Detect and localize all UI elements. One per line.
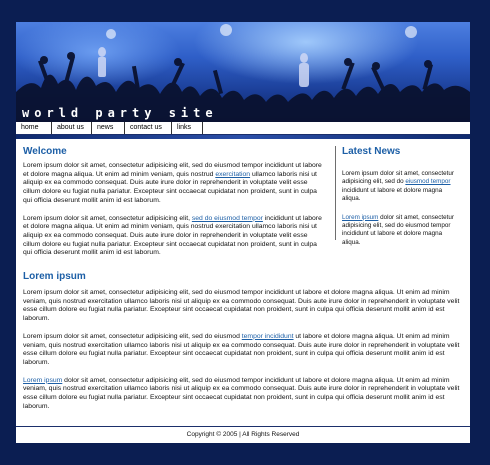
sed-do-eiusmod-link[interactable]: sed do eiusmod tempor xyxy=(192,215,263,222)
lorem-paragraph-1: Lorem ipsum dolor sit amet, consectetur … xyxy=(23,289,463,324)
welcome-paragraph-2: Lorem ipsum dolor sit amet, consectetur … xyxy=(23,215,325,259)
lorem-ipsum-link[interactable]: Lorem ipsum xyxy=(23,377,62,384)
header-banner: world party site xyxy=(16,22,470,122)
text-span: dolor sit amet, consectetur adipisicing … xyxy=(23,376,460,410)
lorem-ipsum-news-link[interactable]: Lorem ipsum xyxy=(342,214,378,221)
nav-contact-us[interactable]: contact us xyxy=(125,122,172,134)
lorem-ipsum-section: Lorem ipsum Lorem ipsum dolor sit amet, … xyxy=(23,271,463,411)
lorem-ipsum-heading: Lorem ipsum xyxy=(23,271,86,282)
text-span: Lorem ipsum dolor sit amet, consectetur … xyxy=(23,332,242,340)
nav-links[interactable]: links xyxy=(172,122,203,134)
text-span: Lorem ipsum dolor sit amet, consectetur … xyxy=(23,289,460,323)
welcome-section: Welcome Lorem ipsum dolor sit amet, cons… xyxy=(23,146,325,258)
footer-copyright: Copyright © 2005 | All Rights Reserved xyxy=(16,426,470,443)
nav-about-us[interactable]: about us xyxy=(52,122,92,134)
eiusmod-tempor-link[interactable]: eiusmod tempor xyxy=(405,178,450,185)
text-span: incididunt ut labore et dolore magna ali… xyxy=(342,186,443,203)
lorem-paragraph-2: Lorem ipsum dolor sit amet, consectetur … xyxy=(23,333,463,368)
news-item-1: Lorem ipsum dolor sit amet, consectetur … xyxy=(342,170,454,204)
nav-home[interactable]: home xyxy=(16,122,52,134)
latest-news-sidebar: Latest News Lorem ipsum dolor sit amet, … xyxy=(335,146,454,246)
tempor-incididunt-link[interactable]: tempor incididunt xyxy=(242,333,294,340)
exercitation-link[interactable]: exercitation xyxy=(215,171,250,178)
welcome-heading: Welcome xyxy=(23,146,67,157)
welcome-paragraph-1: Lorem ipsum dolor sit amet, consectetur … xyxy=(23,162,325,206)
latest-news-heading: Latest News xyxy=(342,146,401,157)
nav-divider-strip xyxy=(16,135,470,139)
text-span: Lorem ipsum dolor sit amet, consectetur … xyxy=(23,214,192,222)
main-navigation: home about us news contact us links xyxy=(16,122,470,135)
lorem-paragraph-3: Lorem ipsum dolor sit amet, consectetur … xyxy=(23,377,463,412)
nav-news[interactable]: news xyxy=(92,122,125,134)
page-container: world party site home about us news cont… xyxy=(16,22,470,443)
site-title: world party site xyxy=(22,106,218,120)
news-item-2: Lorem ipsum dolor sit amet, consectetur … xyxy=(342,214,454,248)
